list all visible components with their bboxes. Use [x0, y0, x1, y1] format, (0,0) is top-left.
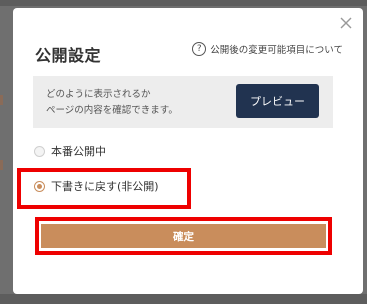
preview-description: どのように表示されるか ページの内容を確認できます。 [46, 87, 178, 119]
background-mark [0, 160, 3, 170]
close-icon [340, 17, 352, 29]
help-link[interactable]: ? 公開後の変更可能項目について [192, 42, 343, 56]
radio-option-draft[interactable]: 下書きに戻す(非公開) [34, 178, 159, 194]
confirm-button[interactable]: 確定 [41, 224, 326, 248]
preview-description-line1: どのように表示されるか [46, 89, 151, 100]
preview-panel: どのように表示されるか ページの内容を確認できます。 プレビュー [33, 76, 333, 128]
background-header-strip [0, 0, 367, 6]
page-backdrop: 公開設定 ? 公開後の変更可能項目について どのように表示されるか ページの内容… [0, 0, 367, 304]
radio-label-publish: 本番公開中 [51, 145, 106, 158]
help-link-label: 公開後の変更可能項目について [210, 45, 343, 56]
background-footer-strip [0, 294, 367, 304]
radio-label-draft: 下書きに戻す(非公開) [51, 180, 159, 193]
radio-button-draft[interactable] [34, 180, 45, 192]
background-mark [0, 95, 3, 105]
preview-button[interactable]: プレビュー [236, 84, 319, 118]
publish-settings-dialog: 公開設定 ? 公開後の変更可能項目について どのように表示されるか ページの内容… [13, 8, 363, 294]
preview-description-line2: ページの内容を確認できます。 [46, 105, 178, 116]
radio-option-publish[interactable]: 本番公開中 [34, 143, 106, 159]
question-circle-icon: ? [192, 42, 207, 56]
radio-button-publish[interactable] [34, 145, 45, 157]
dialog-title: 公開設定 [35, 46, 102, 65]
close-button[interactable] [337, 14, 355, 32]
